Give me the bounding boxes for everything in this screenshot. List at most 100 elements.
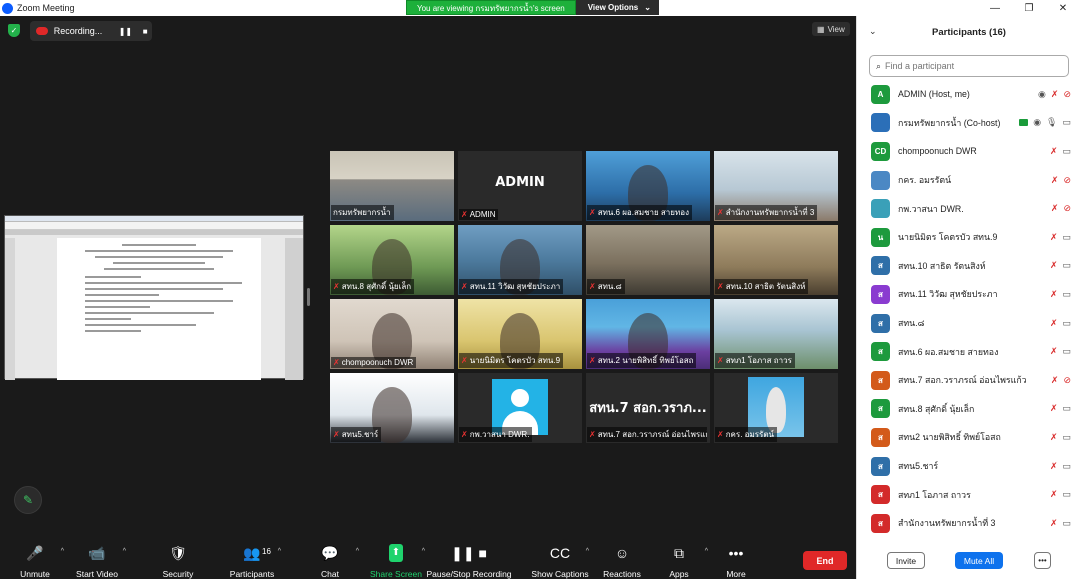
- mic-muted-icon[interactable]: ✗: [1050, 489, 1058, 500]
- mute-all-button[interactable]: Mute All: [955, 552, 1003, 569]
- video-tile[interactable]: ✗ สำนักงานทรัพยากรน้ำที่ 3: [714, 151, 838, 221]
- chat-button[interactable]: 💬 Chat ^: [295, 544, 365, 579]
- video-tile[interactable]: ✗ สทน5.ชาร์: [330, 373, 454, 443]
- participant-row[interactable]: สสทน.6 ผอ.สมชาย สายทอง ✗ ▭: [857, 337, 1080, 366]
- participant-row[interactable]: กรมทรัพยากรน้ำ (Co-host) ◉ 🎙 ▭: [857, 109, 1080, 138]
- chevron-up-icon[interactable]: ^: [356, 548, 359, 555]
- participant-row[interactable]: กคร. อมรรัตน์ ✗ ⊘: [857, 166, 1080, 195]
- show-captions-button[interactable]: CC Show Captions ^: [525, 544, 595, 579]
- end-meeting-button[interactable]: End: [803, 551, 847, 570]
- video-icon[interactable]: ▭: [1062, 346, 1071, 357]
- mic-muted-icon[interactable]: ✗: [1050, 146, 1058, 157]
- participant-row[interactable]: สสทน.10 สาธิต รัตนสิงห์ ✗ ▭: [857, 252, 1080, 281]
- video-icon[interactable]: ▭: [1062, 461, 1071, 472]
- video-off-icon[interactable]: ⊘: [1063, 89, 1071, 100]
- unmute-button[interactable]: 🎤 Unmute ^: [0, 544, 70, 579]
- video-tile[interactable]: ADMIN ✗ ADMIN: [458, 151, 582, 221]
- chevron-up-icon[interactable]: ^: [123, 548, 126, 555]
- video-icon[interactable]: ▭: [1062, 289, 1071, 300]
- video-icon[interactable]: ▭: [1062, 432, 1071, 443]
- video-tile[interactable]: ✗ สทน.11 วิวัฒ สุหชัยประภา: [458, 225, 582, 295]
- participant-row[interactable]: สสำนักงานทรัพยากรน้ำที่ 3 ✗ ▭: [857, 509, 1080, 538]
- shared-left-panel: [5, 238, 15, 380]
- more-button[interactable]: ••• More: [701, 544, 771, 579]
- video-tile[interactable]: ✗ chompoonuch DWR: [330, 299, 454, 369]
- video-off-icon[interactable]: ⊘: [1063, 175, 1071, 186]
- video-tile[interactable]: ✗ สทภ1 โอภาส ถาวร: [714, 299, 838, 369]
- shield-check-icon[interactable]: ✓: [8, 24, 20, 37]
- mic-muted-icon[interactable]: ✗: [1050, 461, 1058, 472]
- video-tile[interactable]: กรมทรัพยากรน้ำ: [330, 151, 454, 221]
- view-options-button[interactable]: View Options ⌄: [575, 0, 659, 15]
- video-icon[interactable]: ▭: [1062, 403, 1071, 414]
- mic-muted-icon[interactable]: ✗: [1051, 89, 1059, 100]
- pause-recording-icon[interactable]: ❚❚: [119, 27, 133, 36]
- view-button[interactable]: ▦ View: [812, 22, 850, 36]
- mic-muted-icon[interactable]: ✗: [1050, 403, 1058, 414]
- participants-button[interactable]: 👥 16 Participants ^: [217, 544, 287, 579]
- video-tile-label: กพ.วาสนา DWR.: [469, 430, 530, 439]
- video-tile[interactable]: ✗ สทน.10 สาธิต รัตนสิงห์: [714, 225, 838, 295]
- video-icon[interactable]: ▭: [1062, 232, 1071, 243]
- mic-muted-icon[interactable]: ✗: [1050, 518, 1058, 529]
- participant-row[interactable]: สสทน2 นายพิสิทธิ์ ทิพย์โอสถ ✗ ▭: [857, 423, 1080, 452]
- video-icon[interactable]: ▭: [1062, 117, 1071, 128]
- participant-row[interactable]: กพ.วาสนา DWR. ✗ ⊘: [857, 194, 1080, 223]
- participant-row[interactable]: สสทน.๘ ✗ ▭: [857, 309, 1080, 338]
- participant-search-input[interactable]: [885, 61, 1056, 71]
- video-tile[interactable]: ✗ นายนิมิตร โคตรบัว สทน.9: [458, 299, 582, 369]
- mic-icon[interactable]: 🎙: [1046, 117, 1057, 128]
- security-button[interactable]: 🛡 Security: [143, 544, 213, 579]
- video-tile[interactable]: ✗ สทน.8 สุศักดิ์ นุ้ยเล็ก: [330, 225, 454, 295]
- participant-row[interactable]: CD chompoonuch DWR ✗ ▭: [857, 137, 1080, 166]
- shared-screen-content[interactable]: [4, 215, 304, 380]
- chevron-up-icon[interactable]: ^: [422, 548, 425, 555]
- split-view-handle[interactable]: [307, 288, 310, 306]
- mic-muted-icon[interactable]: ✗: [1051, 175, 1059, 186]
- video-tile[interactable]: ✗ สทน.6 ผอ.สมชาย สายทอง: [586, 151, 710, 221]
- chevron-down-icon[interactable]: ⌄: [869, 26, 877, 37]
- participant-row[interactable]: A ADMIN (Host, me) ◉ ✗ ⊘: [857, 80, 1080, 109]
- chevron-up-icon[interactable]: ^: [278, 548, 281, 555]
- close-button[interactable]: ✕: [1046, 0, 1080, 16]
- participant-row[interactable]: สสทน.7 สอก.วราภรณ์ อ่อนไพรแก้ว ✗ ⊘: [857, 366, 1080, 395]
- maximize-button[interactable]: ❐: [1012, 0, 1046, 16]
- mic-muted-icon[interactable]: ✗: [1050, 260, 1058, 271]
- video-off-icon[interactable]: ⊘: [1063, 203, 1071, 214]
- participant-row[interactable]: สสทน.8 สุศักดิ์ นุ้ยเล็ก ✗ ▭: [857, 395, 1080, 424]
- mic-muted-icon[interactable]: ✗: [1050, 289, 1058, 300]
- video-tile[interactable]: ✗ สทน.๘: [586, 225, 710, 295]
- zoom-window: Zoom Meeting — ❐ ✕ You are viewing กรมทร…: [0, 0, 1080, 579]
- participant-status-icons: ✗ ▭: [1050, 289, 1071, 300]
- mic-muted-icon[interactable]: ✗: [1050, 346, 1058, 357]
- mic-muted-icon[interactable]: ✗: [1051, 203, 1059, 214]
- participant-row[interactable]: สสทภ1 โอภาส ถาวร ✗ ▭: [857, 480, 1080, 509]
- video-icon[interactable]: ▭: [1062, 260, 1071, 271]
- participant-row[interactable]: นนายนิมิตร โคตรบัว สทน.9 ✗ ▭: [857, 223, 1080, 252]
- mic-muted-icon[interactable]: ✗: [1050, 318, 1058, 329]
- video-tile[interactable]: สทน.7 สอก.วราภ... ✗ สทน.7 สอก.วราภรณ์ อ่อน…: [586, 373, 710, 443]
- video-icon[interactable]: ▭: [1062, 318, 1071, 329]
- participant-row[interactable]: สสทน5.ชาร์ ✗ ▭: [857, 452, 1080, 481]
- minimize-button[interactable]: —: [978, 0, 1012, 16]
- mic-muted-icon[interactable]: ✗: [1050, 432, 1058, 443]
- mic-muted-icon[interactable]: ✗: [1051, 375, 1059, 386]
- window-controls: — ❐ ✕: [978, 0, 1080, 16]
- stop-recording-icon[interactable]: ■: [138, 27, 152, 36]
- video-icon[interactable]: ▭: [1062, 146, 1071, 157]
- pause-stop-recording-button[interactable]: ❚❚ ■ Pause/Stop Recording: [426, 544, 511, 579]
- video-tile[interactable]: ✗ กพ.วาสนา DWR.: [458, 373, 582, 443]
- start-video-button[interactable]: 📹 Start Video ^: [62, 544, 132, 579]
- more-options-button[interactable]: •••: [1034, 552, 1051, 569]
- invite-button[interactable]: Invite: [887, 552, 925, 569]
- share-screen-button[interactable]: ⬆ Share Screen ^: [361, 544, 431, 579]
- video-tile[interactable]: ✗ กคร. อมรรัตน์: [714, 373, 838, 443]
- participant-row[interactable]: สสทน.11 วิวัฒ สุหชัยประภา ✗ ▭: [857, 280, 1080, 309]
- pencil-icon[interactable]: ✎: [14, 486, 42, 514]
- participant-search[interactable]: ⌕: [869, 55, 1069, 77]
- video-icon[interactable]: ▭: [1062, 518, 1071, 529]
- video-icon[interactable]: ▭: [1062, 489, 1071, 500]
- mic-muted-icon[interactable]: ✗: [1050, 232, 1058, 243]
- video-tile[interactable]: ✗ สทน.2 นายพิสิทธิ์ ทิพย์โอสถ: [586, 299, 710, 369]
- video-off-icon[interactable]: ⊘: [1063, 375, 1071, 386]
